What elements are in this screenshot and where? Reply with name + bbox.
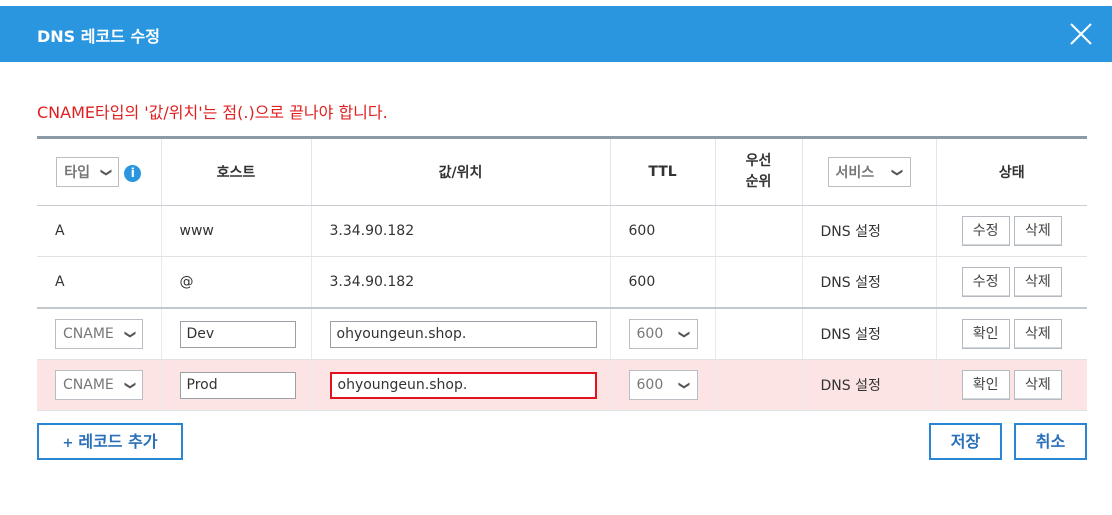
row-type: A [37,256,162,309]
row-value-cell [311,359,611,411]
add-record-button[interactable]: + 레코드 추가 [37,423,183,460]
delete-button[interactable]: 삭제 [1013,319,1062,349]
col-ttl: TTL [610,137,716,206]
type-filter-label: 타입 [64,165,91,181]
cancel-button[interactable]: 취소 [1014,423,1087,460]
value-input[interactable] [329,320,597,348]
ttl-select[interactable]: 600 ❯ [628,319,698,349]
table-header-row: 타입 ❯ i 호스트 값/위치 TTL 우선 순위 서비스 ❯ 상태 [37,137,1087,206]
dialog-header: DNS 레코드 수정 [0,6,1112,62]
row-priority [715,359,803,411]
col-priority: 우선 순위 [715,137,803,206]
chevron-down-icon: ❯ [891,167,905,177]
row-host: www [161,205,312,257]
plus-icon: + [62,436,74,451]
row-ttl: 600 [610,205,716,257]
col-value: 값/위치 [311,137,611,206]
row-value: 3.34.90.182 [311,205,611,257]
delete-button[interactable]: 삭제 [1013,370,1062,400]
row-type-cell: CNAME ❯ [37,359,162,411]
row-host: @ [161,256,312,309]
row-actions: 확인 삭제 [936,359,1087,411]
row-priority [715,307,803,360]
confirm-button[interactable]: 확인 [961,370,1010,400]
row-priority [715,256,803,309]
save-button[interactable]: 저장 [929,423,1002,460]
row-ttl: 600 [610,256,716,309]
dns-record-table: 타입 ❯ i 호스트 값/위치 TTL 우선 순위 서비스 ❯ 상태 A www 3… [37,136,1087,411]
edit-button[interactable]: 수정 [961,216,1010,246]
row-type-cell: CNAME ❯ [37,307,162,360]
value-input-error[interactable] [329,371,597,399]
delete-button[interactable]: 삭제 [1013,267,1062,297]
ttl-select-value: 600 [636,377,664,393]
row-ttl-cell: 600 ❯ [610,359,716,411]
validation-message: CNAME타입의 '값/위치'는 점(.)으로 끝나야 합니다. [37,103,388,122]
row-actions: 수정 삭제 [936,256,1087,309]
chevron-down-icon: ❯ [100,167,114,177]
chevron-down-icon: ❯ [678,380,692,390]
row-actions: 수정 삭제 [936,205,1087,257]
col-host: 호스트 [161,137,312,206]
service-filter-select[interactable]: 서비스 ❯ [827,157,911,187]
row-priority [715,205,803,257]
chevron-down-icon: ❯ [678,329,692,339]
info-icon[interactable]: i [124,164,142,182]
delete-button[interactable]: 삭제 [1013,216,1062,246]
host-input[interactable] [179,371,296,399]
type-select[interactable]: CNAME ❯ [55,370,143,400]
chevron-down-icon: ❯ [123,329,137,339]
row-type: A [37,205,162,257]
close-icon[interactable] [1068,21,1094,47]
edit-button[interactable]: 수정 [961,267,1010,297]
row-host-cell [161,359,312,411]
table-row-error: CNAME ❯ 600 ❯ DNS 설정 확인 삭제 [37,359,1087,411]
col-service: 서비스 ❯ [802,137,937,206]
row-value-cell [311,307,611,360]
table-row: A www 3.34.90.182 600 DNS 설정 수정 삭제 [37,205,1087,257]
dialog-title: DNS 레코드 수정 [37,27,160,46]
table-row-editing: CNAME ❯ 600 ❯ DNS 설정 확인 삭제 [37,307,1087,360]
row-service: DNS 설정 [802,307,937,360]
type-filter-select[interactable]: 타입 ❯ [56,157,120,187]
table-row: A @ 3.34.90.182 600 DNS 설정 수정 삭제 [37,256,1087,309]
row-service: DNS 설정 [802,205,937,257]
ttl-select[interactable]: 600 ❯ [628,370,698,400]
add-record-label: 레코드 추가 [78,432,158,451]
service-filter-label: 서비스 [835,165,875,181]
row-ttl-cell: 600 ❯ [610,307,716,360]
confirm-button[interactable]: 확인 [961,319,1010,349]
row-service: DNS 설정 [802,359,937,411]
type-select-value: CNAME [63,326,114,342]
row-value: 3.34.90.182 [311,256,611,309]
chevron-down-icon: ❯ [123,380,137,390]
col-priority-line1: 우선 [745,153,772,169]
row-host-cell [161,307,312,360]
col-status: 상태 [936,137,1087,206]
type-select-value: CNAME [63,377,114,393]
row-service: DNS 설정 [802,256,937,309]
ttl-select-value: 600 [636,326,664,342]
row-actions: 확인 삭제 [936,307,1087,360]
type-select[interactable]: CNAME ❯ [55,319,143,349]
col-type: 타입 ❯ i [37,137,162,206]
host-input[interactable] [179,320,296,348]
col-priority-line2: 순위 [745,174,772,190]
